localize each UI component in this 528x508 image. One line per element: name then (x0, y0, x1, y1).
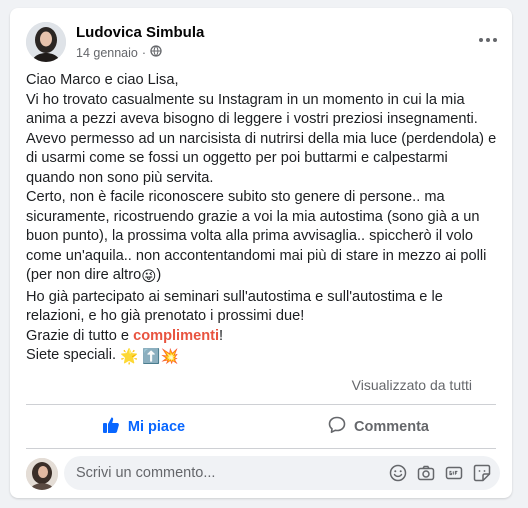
post-line: Vi ho trovato casualmente su Instagram i… (26, 91, 478, 128)
comment-tools (388, 463, 492, 483)
sticker-icon[interactable] (472, 463, 492, 483)
action-bar: Mi piace Commenta (26, 408, 496, 446)
post-line: Ho già partecipato ai seminari sull'auto… (26, 288, 443, 325)
post-meta: 14 gennaio · (76, 45, 162, 60)
comment-icon (328, 416, 346, 438)
post-header: Ludovica Simbula 14 gennaio · (26, 22, 497, 68)
more-options-icon[interactable] (474, 30, 502, 50)
post-line: Siete speciali. 🌟 ⬆️💥 (26, 346, 500, 368)
thumbs-up-icon (102, 416, 120, 438)
comment-label: Commenta (354, 419, 429, 435)
like-button[interactable]: Mi piace (26, 408, 261, 446)
post-body: Ciao Marco e ciao Lisa, Vi ho trovato ca… (26, 71, 500, 368)
post-line: Certo, non è facile riconoscere subito s… (26, 188, 500, 288)
author-name[interactable]: Ludovica Simbula (76, 24, 204, 41)
author-avatar-image (26, 22, 66, 62)
post-line: Ciao Marco e ciao Lisa, (26, 72, 179, 88)
gif-icon[interactable] (444, 463, 464, 483)
divider (26, 404, 496, 405)
author-avatar[interactable] (26, 22, 66, 62)
post-text: Certo, non è facile riconoscere subito s… (26, 189, 487, 283)
divider (26, 448, 496, 449)
post-text: ) (156, 267, 162, 283)
meta-separator: · (141, 45, 147, 60)
post-line: Grazie di tutto e complimenti! (26, 327, 500, 347)
globe-icon (150, 45, 162, 60)
post-line: Avevo permesso ad un narcisista di nutri… (26, 130, 497, 186)
highlight-word[interactable]: complimenti (133, 328, 219, 344)
user-avatar[interactable] (26, 458, 58, 490)
comment-button[interactable]: Commenta (261, 408, 496, 446)
user-avatar-image (26, 458, 58, 490)
camera-icon[interactable] (416, 463, 436, 483)
comment-composer: Scrivi un commento... (26, 456, 500, 492)
like-label: Mi piace (127, 419, 186, 435)
emoji-icon[interactable] (388, 463, 408, 483)
post-text: Grazie di tutto e (26, 327, 134, 344)
post-card: Ludovica Simbula 14 gennaio · Ciao Marco… (10, 8, 512, 498)
post-text: Siete speciali. (26, 347, 121, 363)
emoji-group: 🌟 ⬆️💥 (120, 349, 179, 365)
post-text: ! (219, 327, 224, 344)
comment-placeholder: Scrivi un commento... (76, 465, 216, 481)
winking-tongue-emoji: 😜 (141, 269, 157, 285)
seen-by-label[interactable]: Visualizzato da tutti (352, 377, 472, 393)
post-date[interactable]: 14 gennaio (76, 46, 138, 60)
